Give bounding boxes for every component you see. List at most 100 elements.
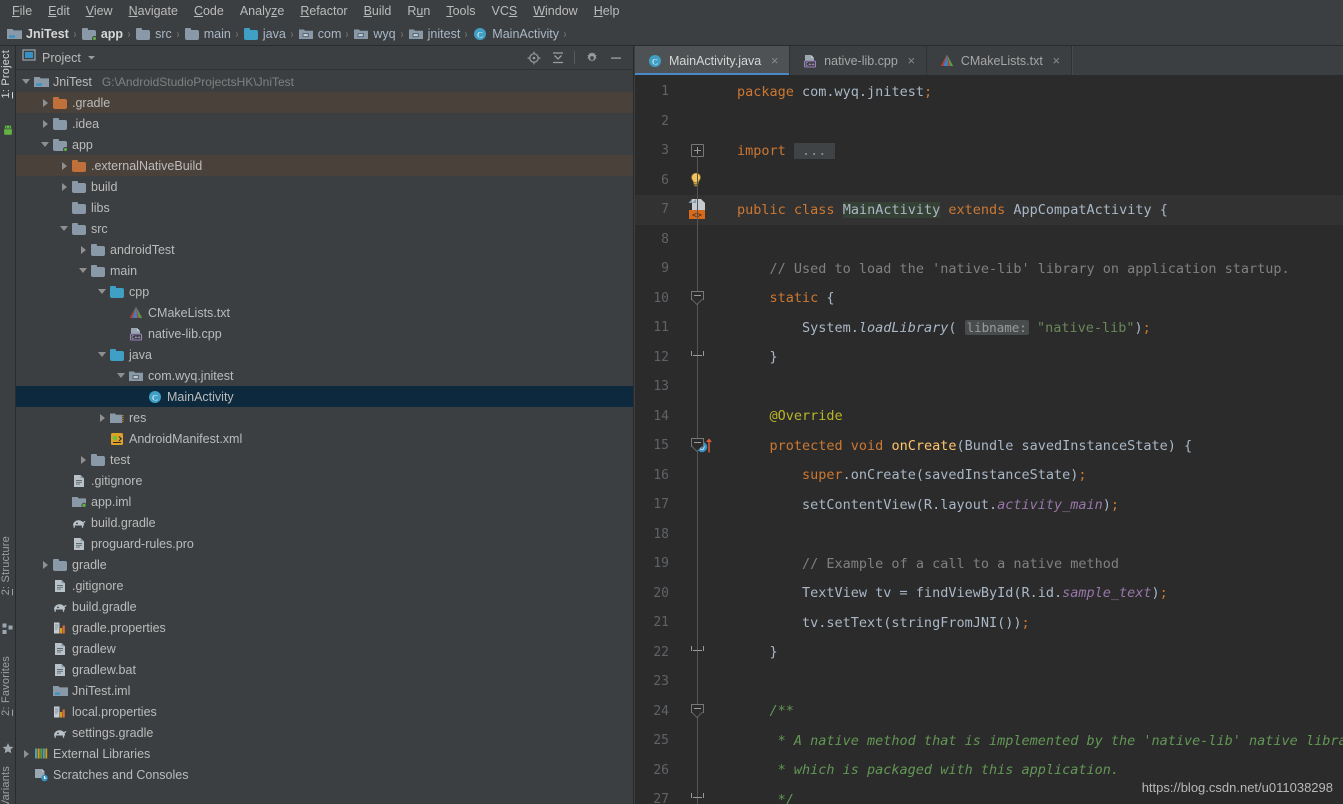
editor-gutter[interactable] (673, 254, 735, 284)
code-line[interactable]: 13 (635, 372, 1343, 402)
fold-end-icon[interactable] (691, 350, 704, 364)
code-line[interactable]: 24 /** (635, 697, 1343, 727)
locate-icon[interactable] (526, 50, 541, 65)
tree-row[interactable]: gradlew.bat (16, 659, 633, 680)
editor-gutter[interactable] (673, 166, 735, 196)
tree-row[interactable]: .externalNativeBuild (16, 155, 633, 176)
menu-refactor[interactable]: Refactor (292, 1, 355, 21)
tree-row[interactable]: AndroidManifest.xml (16, 428, 633, 449)
tree-row[interactable]: build.gradle (16, 596, 633, 617)
code-line[interactable]: 21 tv.setText(stringFromJNI()); (635, 608, 1343, 638)
project-tree[interactable]: JniTest G:\AndroidStudioProjectsHK\JniTes… (16, 71, 633, 804)
gear-icon[interactable] (584, 50, 599, 65)
chevron-open-icon[interactable] (58, 222, 71, 235)
code-line[interactable]: 10 static { (635, 284, 1343, 314)
close-icon[interactable]: × (906, 54, 917, 67)
tool-window-button-structure[interactable]: 2: Structure (0, 536, 16, 595)
editor-gutter[interactable]: <> (673, 195, 735, 225)
chevron-open-icon[interactable] (20, 75, 33, 88)
chevron-closed-icon[interactable] (39, 96, 52, 109)
breadcrumb-item-com[interactable]: com (298, 26, 344, 42)
tree-row[interactable]: local.properties (16, 701, 633, 722)
chevron-closed-icon[interactable] (20, 747, 33, 760)
menu-analyze[interactable]: Analyze (232, 1, 292, 21)
tree-row[interactable]: build (16, 176, 633, 197)
code-line[interactable]: 22 } (635, 638, 1343, 668)
code-line[interactable]: 8 (635, 225, 1343, 255)
breadcrumb-item-app[interactable]: app (81, 26, 125, 42)
editor-gutter[interactable] (673, 520, 735, 550)
breadcrumb-item-wyq[interactable]: wyq (353, 26, 397, 42)
breadcrumb-item-jnitest[interactable]: JniTest (6, 26, 71, 42)
tree-row[interactable]: app.iml (16, 491, 633, 512)
tree-row[interactable]: app (16, 134, 633, 155)
tree-row[interactable]: libs (16, 197, 633, 218)
menu-view[interactable]: View (78, 1, 121, 21)
collapse-all-icon[interactable] (550, 50, 565, 65)
editor-tab-native-lib-cpp[interactable]: C++ native-lib.cpp × (790, 46, 927, 75)
menu-window[interactable]: Window (525, 1, 585, 21)
code-line[interactable]: 9 // Used to load the 'native-lib' libra… (635, 254, 1343, 284)
editor-gutter[interactable] (673, 608, 735, 638)
menu-code[interactable]: Code (186, 1, 232, 21)
code-line[interactable]: 7 <> public class MainActivity extends App… (635, 195, 1343, 225)
code-line[interactable]: 15 O protected void onCreate(Bundle saved… (635, 431, 1343, 461)
code-line[interactable]: 14 @Override (635, 402, 1343, 432)
tree-row[interactable]: C MainActivity (16, 386, 633, 407)
tree-row[interactable]: External Libraries (16, 743, 633, 764)
code-line[interactable]: 1 package com.wyq.jnitest; (635, 77, 1343, 107)
fold-collapse-icon[interactable] (691, 438, 704, 453)
menu-file[interactable]: File (4, 1, 40, 21)
tree-row[interactable]: Scratches and Consoles (16, 764, 633, 785)
code-line[interactable]: 17 setContentView(R.layout.activity_main… (635, 490, 1343, 520)
code-line[interactable]: 2 (635, 107, 1343, 137)
breadcrumb-item-java[interactable]: java (243, 26, 288, 42)
editor-tab-mainactivity-java[interactable]: C MainActivity.java × (635, 46, 791, 75)
code-line[interactable]: 18 (635, 520, 1343, 550)
tree-row[interactable]: test (16, 449, 633, 470)
chevron-down-icon[interactable] (87, 49, 96, 67)
minimize-icon[interactable] (608, 50, 623, 65)
chevron-open-icon[interactable] (96, 285, 109, 298)
tree-row[interactable]: JniTest.iml (16, 680, 633, 701)
menu-help[interactable]: Help (586, 1, 628, 21)
fold-end-icon[interactable] (691, 645, 704, 659)
menu-tools[interactable]: Tools (438, 1, 483, 21)
editor-gutter[interactable] (673, 372, 735, 402)
chevron-closed-icon[interactable] (58, 159, 71, 172)
editor-gutter[interactable] (673, 756, 735, 786)
editor-gutter[interactable] (673, 343, 735, 373)
editor-gutter[interactable] (673, 313, 735, 343)
tool-window-button-build-variants[interactable]: Build Variants (0, 766, 16, 804)
breadcrumb-item-jnitest[interactable]: jnitest (408, 26, 463, 42)
chevron-open-icon[interactable] (77, 264, 90, 277)
chevron-closed-icon[interactable] (39, 117, 52, 130)
editor-gutter[interactable] (673, 579, 735, 609)
editor-gutter[interactable] (673, 726, 735, 756)
editor-gutter[interactable] (673, 461, 735, 491)
editor-gutter[interactable]: O (673, 431, 735, 461)
editor-gutter[interactable] (673, 136, 735, 166)
breadcrumb-item-src[interactable]: src (135, 26, 174, 42)
tree-row[interactable]: java (16, 344, 633, 365)
tree-row[interactable]: main (16, 260, 633, 281)
editor-gutter[interactable] (673, 77, 735, 107)
tree-row[interactable]: res (16, 407, 633, 428)
tree-row[interactable]: build.gradle (16, 512, 633, 533)
tree-row[interactable]: com.wyq.jnitest (16, 365, 633, 386)
tree-row[interactable]: cpp (16, 281, 633, 302)
tree-row[interactable]: gradle (16, 554, 633, 575)
menu-edit[interactable]: Edit (40, 1, 78, 21)
chevron-open-icon[interactable] (115, 369, 128, 382)
tree-row[interactable]: .gradle (16, 92, 633, 113)
code-line[interactable]: 16 super.onCreate(savedInstanceState); (635, 461, 1343, 491)
editor-gutter[interactable] (673, 490, 735, 520)
breadcrumb-item-mainactivity[interactable]: C MainActivity (472, 26, 561, 42)
tool-window-button-favorites[interactable]: 2: Favorites (0, 656, 16, 716)
code-line[interactable]: 19 // Example of a call to a native meth… (635, 549, 1343, 579)
editor-gutter[interactable] (673, 697, 735, 727)
editor-gutter[interactable] (673, 638, 735, 668)
editor-gutter[interactable] (673, 549, 735, 579)
tool-window-button-project[interactable]: 1: Project (0, 50, 16, 98)
code-line[interactable]: 6 (635, 166, 1343, 196)
